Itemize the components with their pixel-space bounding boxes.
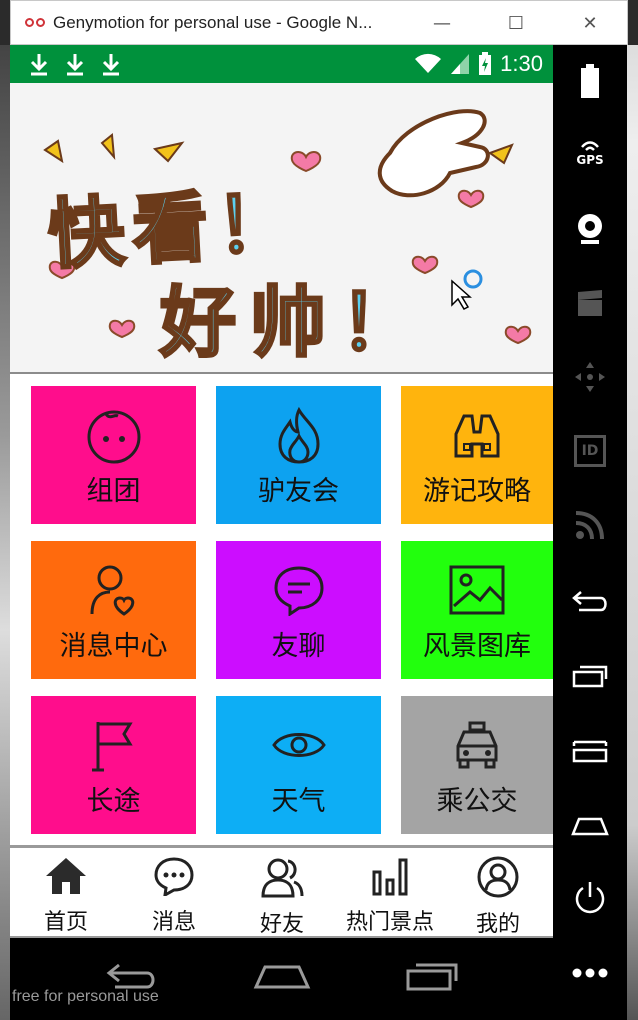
tile-long-distance[interactable]: 长途 xyxy=(31,696,196,834)
friends-icon xyxy=(261,858,304,898)
eye-icon xyxy=(271,733,326,757)
feature-grid: 组团 驴友会 游记攻略 消息中心 友聊 风景图库 长途 天气 乘公交 xyxy=(10,374,553,848)
wifi-icon xyxy=(415,53,442,73)
nav-label: 好友 xyxy=(259,912,304,937)
genymotion-sidebar: GPS ID xyxy=(553,45,627,1020)
gps-widget-button[interactable]: GPS xyxy=(561,127,619,179)
face-icon xyxy=(87,410,140,464)
menu-icon xyxy=(572,740,608,763)
taxi-icon xyxy=(456,721,498,769)
banner-text-line2: 好帅！ xyxy=(159,277,430,369)
android-screen: 1:30 快看！ 好帅！ 组团 驴友会 游记攻略 消息中心 友聊 风景图库 长途… xyxy=(10,45,553,938)
nav-label: 我的 xyxy=(475,912,520,937)
rss-icon xyxy=(575,511,604,540)
tile-label: 天气 xyxy=(271,786,326,817)
window-title: Genymotion for personal use - Google N..… xyxy=(53,12,373,32)
genymotion-logo-icon xyxy=(25,17,47,29)
home-icon xyxy=(46,858,86,894)
side-menu-button[interactable] xyxy=(561,725,619,777)
download-icon xyxy=(102,54,120,76)
message-icon xyxy=(154,857,194,896)
more-options-button[interactable] xyxy=(561,947,619,999)
window-titlebar: Genymotion for personal use - Google N..… xyxy=(10,0,628,45)
recent-apps-button[interactable] xyxy=(402,956,462,996)
webcam-widget-button[interactable] xyxy=(561,203,619,255)
tile-take-bus[interactable]: 乘公交 xyxy=(401,696,553,834)
binoculars-icon xyxy=(454,414,500,458)
back-arrow-icon xyxy=(572,591,607,612)
maximize-button[interactable]: ☐ xyxy=(479,1,553,45)
profile-icon xyxy=(477,856,519,898)
nav-messages[interactable]: 消息 xyxy=(120,848,228,936)
back-arrow-icon xyxy=(106,963,155,989)
clapperboard-icon xyxy=(578,290,602,316)
download-icon xyxy=(66,54,84,76)
tile-label: 长途 xyxy=(86,786,141,817)
tile-message-center[interactable]: 消息中心 xyxy=(31,541,196,679)
tile-scenery-gallery[interactable]: 风景图库 xyxy=(401,541,553,679)
tile-weather[interactable]: 天气 xyxy=(216,696,381,834)
power-icon xyxy=(575,882,605,914)
gps-label: GPS xyxy=(576,153,604,167)
webcam-icon xyxy=(578,214,602,244)
signal-icon xyxy=(451,54,470,74)
home-nav-button[interactable] xyxy=(252,956,312,996)
flag-icon xyxy=(91,722,133,772)
nav-label: 热门景点 xyxy=(345,910,434,935)
watermark-text: free for personal use xyxy=(12,988,159,1005)
tile-label: 乘公交 xyxy=(436,786,518,817)
nav-label: 消息 xyxy=(151,910,196,935)
desktop-background-right xyxy=(627,45,638,1020)
side-back-button[interactable] xyxy=(561,575,619,627)
nav-profile[interactable]: 我的 xyxy=(444,848,552,937)
tile-label: 驴友会 xyxy=(258,476,339,507)
user-heart-icon xyxy=(90,565,134,616)
capture-widget-button[interactable] xyxy=(561,277,619,329)
dpad-widget-button[interactable] xyxy=(561,351,619,403)
status-time: 1:30 xyxy=(500,51,543,76)
nav-label: 首页 xyxy=(43,910,88,935)
device-id-widget-button[interactable]: ID xyxy=(561,425,619,477)
gps-icon xyxy=(581,141,599,151)
side-home-button[interactable] xyxy=(561,800,619,852)
minimize-button[interactable]: — xyxy=(405,1,479,45)
side-recent-apps-button[interactable] xyxy=(561,650,619,702)
recent-apps-icon xyxy=(406,963,458,991)
tile-label: 组团 xyxy=(86,476,141,507)
tile-label: 风景图库 xyxy=(423,631,531,662)
nav-hot-attractions[interactable]: 热门景点 xyxy=(336,848,444,936)
home-outline-icon xyxy=(253,965,311,989)
battery-widget-button[interactable] xyxy=(561,55,619,107)
more-dots-icon xyxy=(572,968,608,978)
tile-label: 友聊 xyxy=(271,631,326,662)
fire-icon xyxy=(277,406,320,464)
promo-banner: 快看！ 好帅！ xyxy=(10,83,553,374)
tile-travel-club[interactable]: 驴友会 xyxy=(216,386,381,524)
status-bar: 1:30 xyxy=(10,45,553,83)
tile-group-tour[interactable]: 组团 xyxy=(31,386,196,524)
id-icon: ID xyxy=(574,435,606,467)
nav-friends[interactable]: 好友 xyxy=(228,848,336,937)
tile-travel-guides[interactable]: 游记攻略 xyxy=(401,386,553,524)
home-outline-icon xyxy=(571,817,609,836)
dpad-icon xyxy=(575,362,605,392)
tile-label: 消息中心 xyxy=(59,631,168,662)
download-icon xyxy=(30,54,48,76)
power-button[interactable] xyxy=(561,871,619,923)
android-nav-bar xyxy=(10,938,553,1020)
bottom-navigation: 首页 消息 好友 热门景点 我的 xyxy=(10,848,553,938)
close-button[interactable]: ✕ xyxy=(553,1,627,45)
battery-icon xyxy=(581,64,599,98)
tile-label: 游记攻略 xyxy=(423,476,531,507)
nav-home[interactable]: 首页 xyxy=(12,848,120,936)
picture-icon xyxy=(449,565,505,615)
tile-chat[interactable]: 友聊 xyxy=(216,541,381,679)
battery-charging-icon xyxy=(479,52,492,75)
chat-bubble-icon xyxy=(273,566,324,616)
recent-apps-icon xyxy=(572,665,608,688)
rss-widget-button[interactable] xyxy=(561,499,619,551)
bar-chart-icon xyxy=(372,858,408,896)
